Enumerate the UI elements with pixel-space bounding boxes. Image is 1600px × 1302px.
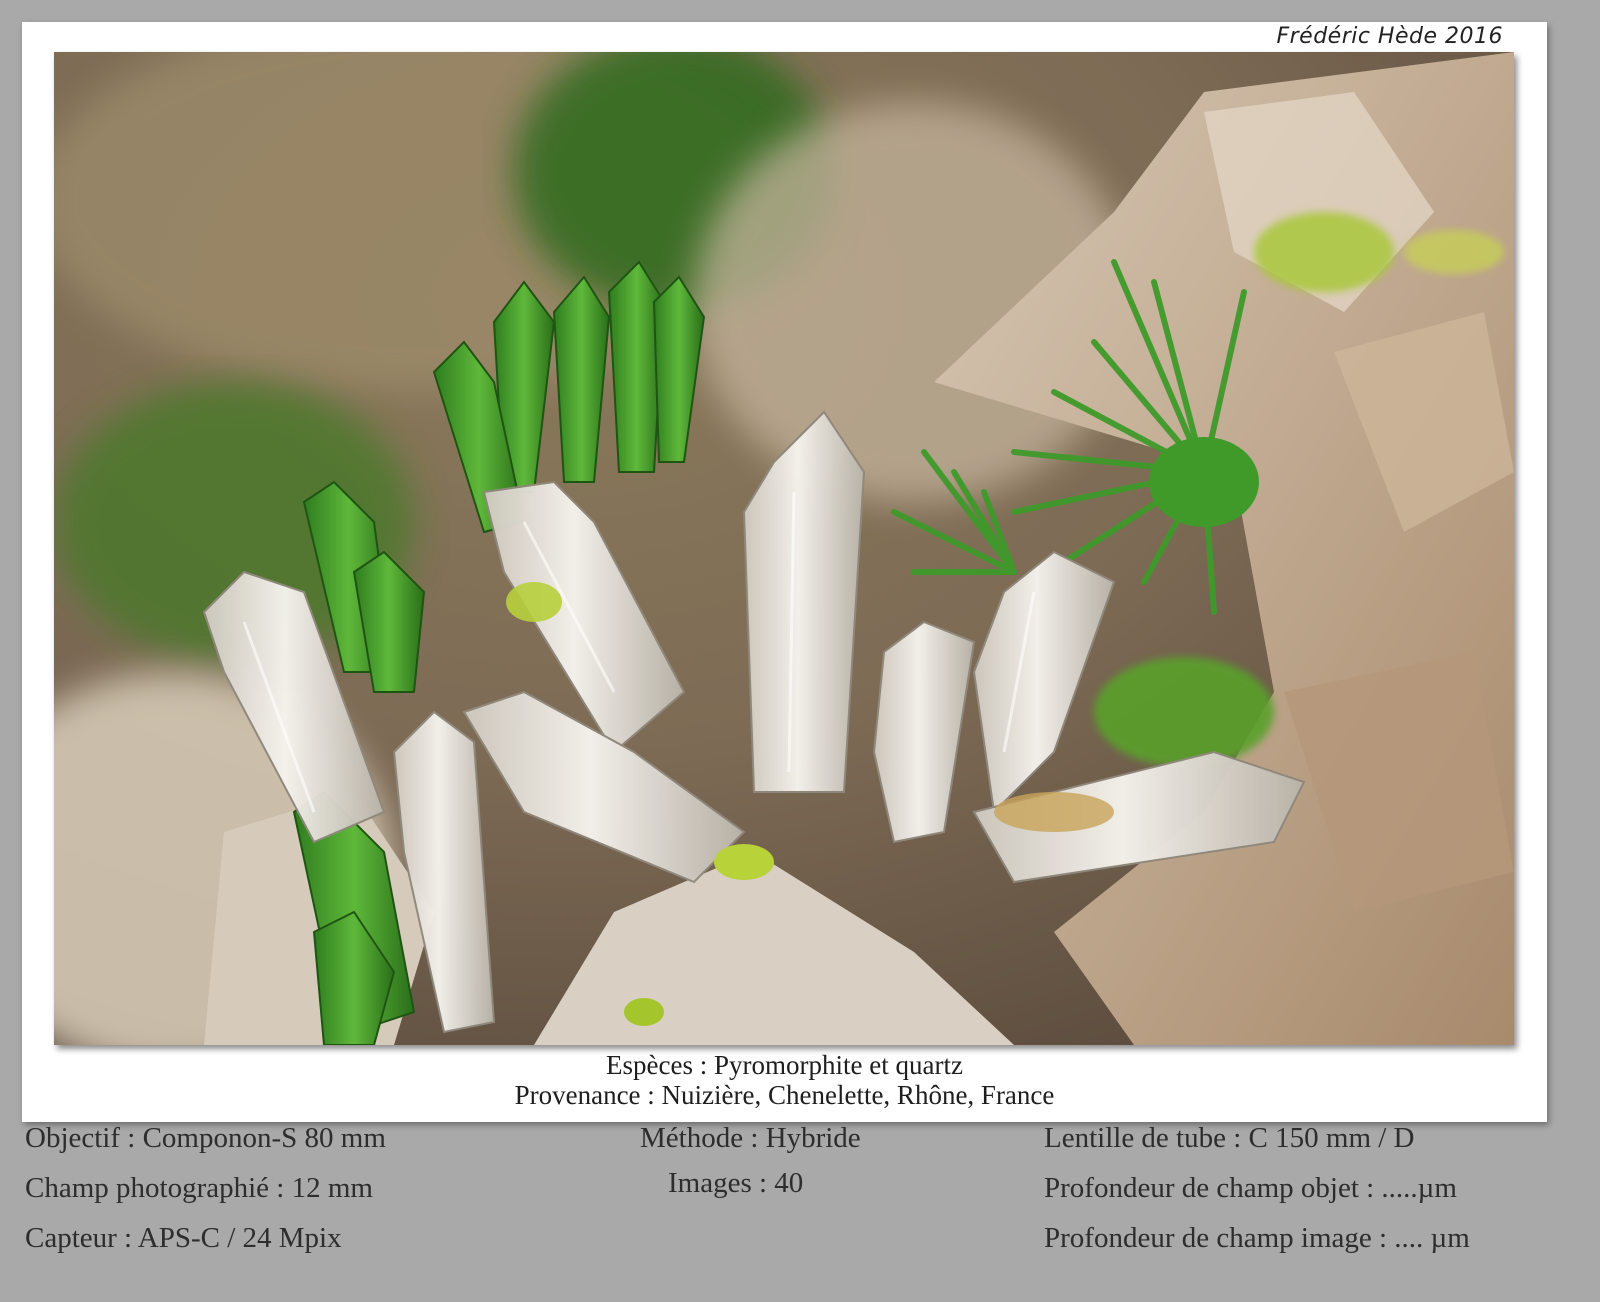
info-method: Méthode : Hybride (640, 1122, 861, 1154)
info-objective: Objectif : Componon-S 80 mm (25, 1122, 386, 1154)
info-tube-lens: Lentille de tube : C 150 mm / D (1044, 1122, 1415, 1154)
photo-caption: Espèces : Pyromorphite et quartz Provena… (22, 1050, 1547, 1110)
photo-frame: Frédéric Hède 2016 Espèces: Pyromorphit… (22, 22, 1547, 1122)
info-sensor: Capteur : APS-C / 24 Mpix (25, 1222, 342, 1254)
info-object-depth-of-field: Profondeur de champ objet : .....µm (1044, 1172, 1457, 1204)
info-image-depth-of-field: Profondeur de champ image : .... µm (1044, 1222, 1470, 1254)
photographer-signature: Frédéric Hède 2016 (1276, 24, 1503, 49)
info-field-photographed: Champ photographié : 12 mm (25, 1172, 373, 1204)
mineral-photo-illustration (54, 52, 1514, 1045)
species-line: Espèces : Pyromorphite et quartz (606, 1050, 963, 1080)
info-image-count: Images : 40 (668, 1167, 804, 1199)
mineral-photograph (54, 52, 1514, 1045)
provenance-line: Provenance : Nuizière, Chenelette, Rhône… (514, 1080, 1055, 1110)
